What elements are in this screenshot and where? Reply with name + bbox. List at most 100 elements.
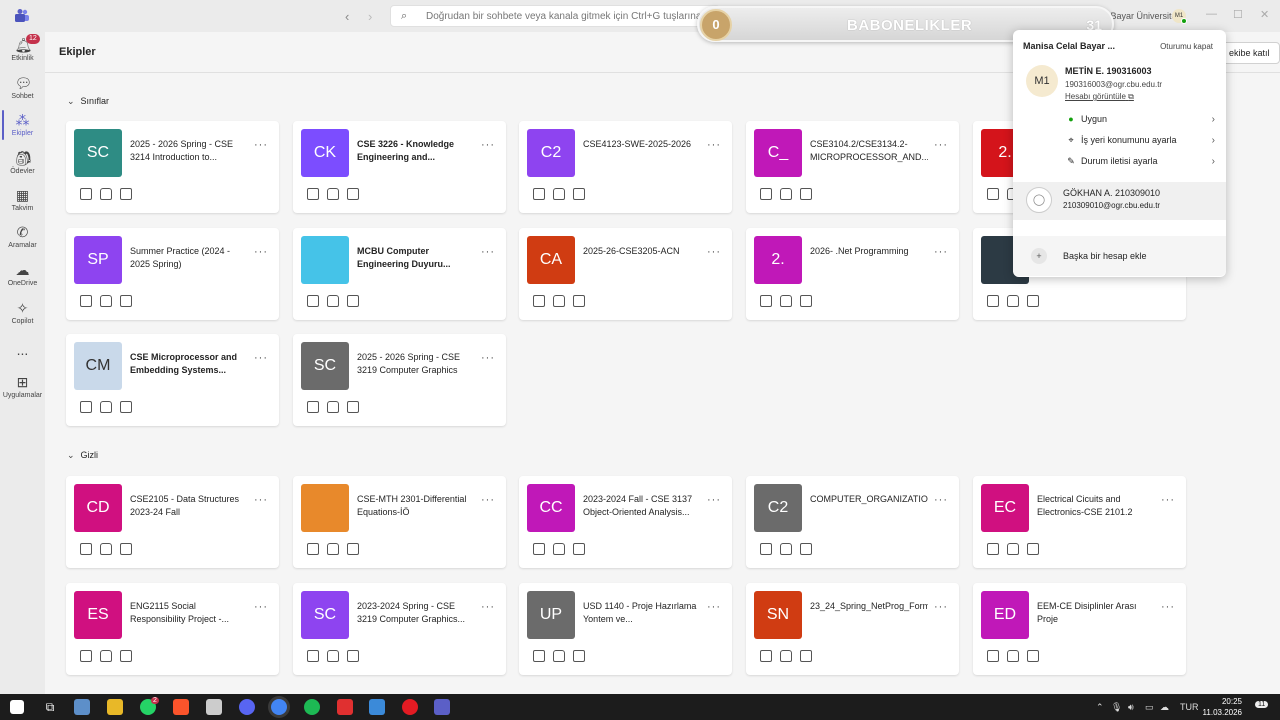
more-options-icon[interactable]: ··· [934,601,948,613]
posts-icon[interactable] [987,295,999,307]
brave-icon[interactable] [173,699,189,715]
more-options-icon[interactable]: ··· [254,139,268,151]
files-icon[interactable] [1007,650,1019,662]
assignments-icon[interactable] [120,401,132,413]
files-icon[interactable] [100,188,112,200]
files-icon[interactable] [1007,543,1019,555]
rail-item-chat[interactable]: 💬︎ Sohbet [0,75,45,100]
team-card[interactable]: CC 2023-2024 Fall - CSE 3137 Object-Orien… [519,476,732,568]
posts-icon[interactable] [987,650,999,662]
team-card[interactable]: 2. 2026- .Net Programming ··· [746,228,959,320]
file-explorer-icon[interactable] [74,699,90,715]
more-options-icon[interactable]: ··· [934,139,948,151]
game-app-icon[interactable] [206,699,222,715]
clock[interactable]: 20:25 11.03.2026 [1198,696,1242,718]
posts-icon[interactable] [760,188,772,200]
section-hidden[interactable]: ⌄ Gizli [67,450,98,461]
team-card[interactable]: SC 2025 - 2026 Spring - CSE 3214 Introduc… [66,121,279,213]
posts-icon[interactable] [533,650,545,662]
set-status-message-row[interactable]: ✎ Durum iletisi ayarla › [1065,156,1215,172]
add-account-button[interactable]: + Başka bir hesap ekle [1013,236,1226,276]
posts-icon[interactable] [80,401,92,413]
join-team-button[interactable]: ekibe katıl [1220,42,1280,64]
posts-icon[interactable] [80,543,92,555]
rail-item-assignments[interactable]: 🎒︎ Ödevler [0,150,45,175]
posts-icon[interactable] [760,295,772,307]
assignments-icon[interactable] [347,543,359,555]
team-card[interactable]: ED EEM-CE Disiplinler Arası Proje ··· [973,583,1186,675]
view-account-link[interactable]: Hesabı görüntüle ⧉ [1065,92,1134,102]
posts-icon[interactable] [307,188,319,200]
files-icon[interactable] [100,401,112,413]
rail-item-calendar[interactable]: ▦ Takvim [0,187,45,212]
maximize-icon[interactable]: ☐ [1233,8,1243,21]
more-options-icon[interactable]: ··· [481,139,495,151]
files-icon[interactable] [100,650,112,662]
more-options-icon[interactable]: ··· [707,494,721,506]
rail-item-calls[interactable]: ✆ Aramalar [0,224,45,249]
team-card[interactable]: C2 CSE4123-SWE-2025-2026 ··· [519,121,732,213]
files-icon[interactable] [553,188,565,200]
more-options-icon[interactable]: ··· [934,246,948,258]
team-card[interactable]: UP USD 1140 - Proje Hazırlama Yontem ve..… [519,583,732,675]
opera-icon[interactable] [402,699,418,715]
team-card[interactable]: ES ENG2115 Social Responsibility Project … [66,583,279,675]
posts-icon[interactable] [533,295,545,307]
assignments-icon[interactable] [120,188,132,200]
language-indicator[interactable]: TUR [1180,702,1199,712]
files-icon[interactable] [780,650,792,662]
files-icon[interactable] [327,188,339,200]
volume-icon[interactable]: 🔊︎ [1128,702,1134,713]
rail-item-apps[interactable]: ⊞ Uygulamalar [0,374,45,399]
assignments-icon[interactable] [120,650,132,662]
files-icon[interactable] [100,543,112,555]
app-icon[interactable] [337,699,353,715]
files-icon[interactable] [553,295,565,307]
more-options-icon[interactable]: ··· [254,246,268,258]
team-card[interactable]: CA 2025-26-CSE3205-ACN ··· [519,228,732,320]
microphone-icon[interactable]: 🎙︎ [1111,702,1122,713]
more-options-icon[interactable]: ··· [1161,601,1175,613]
more-options-icon[interactable]: ··· [707,601,721,613]
windows-start-icon[interactable] [10,700,24,714]
team-card[interactable]: CSE-MTH 2301-Differential Equations-İÖ ··… [293,476,506,568]
rail-item-more[interactable]: ... [0,342,45,358]
rail-item-copilot[interactable]: ✧ Copilot [0,300,45,325]
assignments-icon[interactable] [347,188,359,200]
discord-icon[interactable] [239,699,255,715]
set-work-location-row[interactable]: ⌖ İş yeri konumunu ayarla › [1065,135,1215,151]
team-card[interactable]: SN 23_24_Spring_NetProg_Formal ··· [746,583,959,675]
team-card[interactable]: SP Summer Practice (2024 - 2025 Spring) ··… [66,228,279,320]
posts-icon[interactable] [987,188,999,200]
more-options-icon[interactable]: ··· [254,601,268,613]
minimize-icon[interactable]: — [1206,8,1217,20]
posts-icon[interactable] [533,543,545,555]
more-options-icon[interactable]: ··· [254,352,268,364]
more-options-icon[interactable]: ··· [707,139,721,151]
posts-icon[interactable] [307,401,319,413]
section-classes[interactable]: ⌄ Sınıflar [67,96,109,107]
spotify-icon[interactable] [304,699,320,715]
team-card[interactable]: CD CSE2105 - Data Structures 2023-24 Fall… [66,476,279,568]
files-icon[interactable] [1007,295,1019,307]
assignments-icon[interactable] [800,295,812,307]
more-options-icon[interactable]: ··· [481,494,495,506]
forward-arrow-icon[interactable]: › [368,9,372,24]
assignments-icon[interactable] [347,401,359,413]
back-arrow-icon[interactable]: ‹ [345,9,349,24]
notification-badge[interactable]: 11 [1255,701,1269,708]
assignments-icon[interactable] [347,295,359,307]
team-card[interactable]: CK CSE 3226 - Knowledge Engineering and..… [293,121,506,213]
assignments-icon[interactable] [800,188,812,200]
teams-taskbar-icon[interactable] [434,699,450,715]
assignments-icon[interactable] [120,543,132,555]
posts-icon[interactable] [760,650,772,662]
rail-item-onedrive[interactable]: ☁︎ OneDrive [0,262,45,287]
more-options-icon[interactable]: ··· [707,246,721,258]
files-icon[interactable] [327,295,339,307]
close-icon[interactable]: ✕ [1260,8,1269,21]
assignments-icon[interactable] [120,295,132,307]
assignments-icon[interactable] [800,543,812,555]
posts-icon[interactable] [760,543,772,555]
assignments-icon[interactable] [1027,543,1039,555]
